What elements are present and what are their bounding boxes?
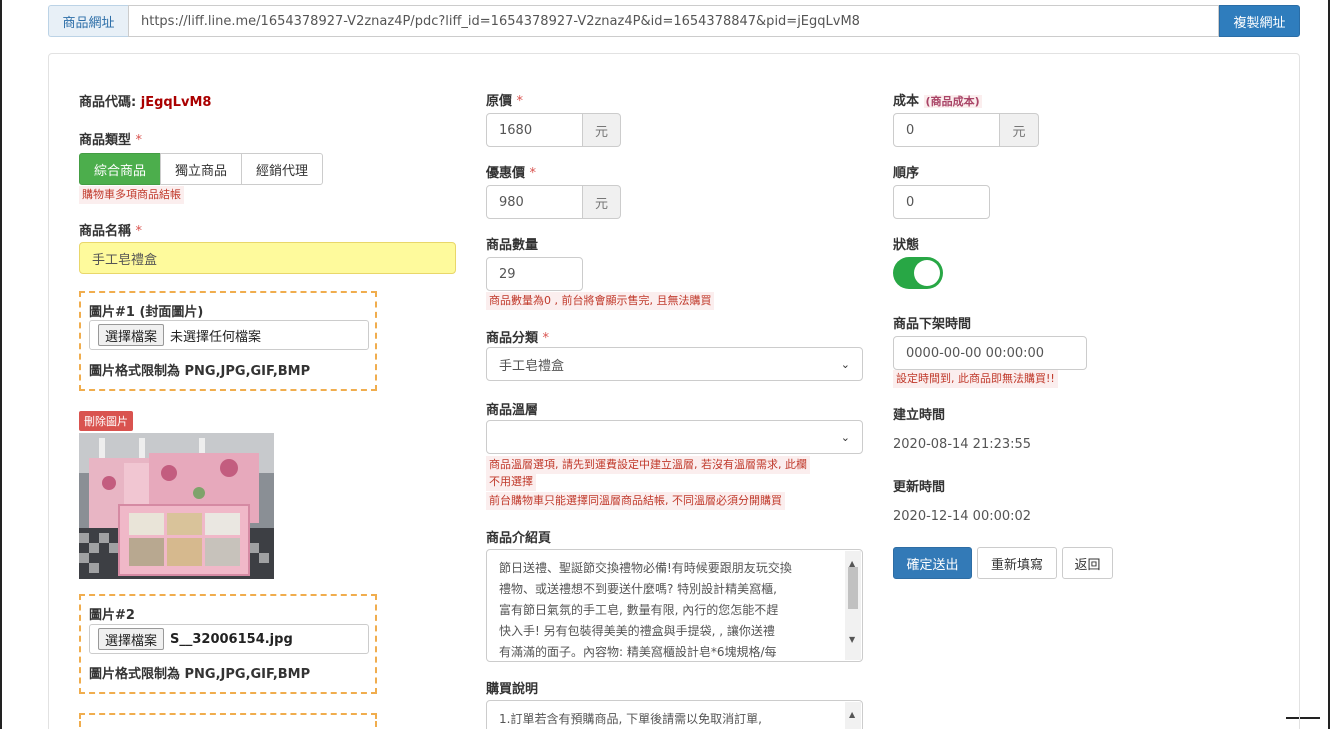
- image1-file-input[interactable]: 選擇檔案 未選擇任何檔案: [89, 320, 369, 350]
- url-field[interactable]: https://liff.line.me/1654378927-V2znaz4P…: [128, 5, 1219, 37]
- intro-line: 快入手! 另有包裝得美美的禮盒與手提袋, , 讓你送禮: [499, 624, 775, 638]
- image1-file-name: 未選擇任何檔案: [170, 329, 262, 345]
- delete-image-button[interactable]: 刪除圖片: [79, 411, 133, 431]
- temperature-help-2: 前台購物車只能選擇同溫層商品結帳, 不同溫層必須分開購買: [486, 492, 785, 510]
- category-label-text: 商品分類: [486, 331, 539, 346]
- window-border-right: [1328, 0, 1330, 729]
- product-photo-thumbnail: [79, 433, 274, 579]
- url-label: 商品網址: [48, 5, 128, 37]
- cost-input[interactable]: 0: [893, 113, 1000, 147]
- image3-upload-box: [79, 713, 377, 729]
- submit-button[interactable]: 確定送出: [893, 547, 972, 579]
- image2-choose-file-button[interactable]: 選擇檔案: [98, 628, 165, 650]
- offshelf-help: 設定時間到, 此商品即無法購買!!: [893, 370, 1058, 388]
- sale-price-input[interactable]: 980: [486, 185, 583, 219]
- type-help: 購物車多項商品結帳: [79, 186, 184, 204]
- image2-file-input[interactable]: 選擇檔案 S__32006154.jpg: [89, 624, 369, 654]
- sale-price-input-group: 980 元: [486, 185, 621, 219]
- reset-button[interactable]: 重新填寫: [977, 547, 1057, 579]
- sale-price-label: 優惠價 *: [486, 162, 536, 181]
- cost-input-group: 0 元: [893, 113, 1039, 147]
- purchase-scrollbar[interactable]: ▲: [845, 702, 861, 729]
- image2-file-name: S__32006154.jpg: [170, 631, 293, 647]
- intro-line: 富有節日氣氛的手工皂, 數量有限, 內行的您怎能不趕: [499, 603, 779, 617]
- updated-value: 2020-12-14 00:00:02: [893, 509, 1032, 524]
- chevron-down-icon: ⌄: [840, 357, 850, 371]
- product-url-bar: 商品網址 https://liff.line.me/1654378927-V2z…: [48, 5, 1300, 37]
- cost-label: 成本 (商品成本): [893, 90, 982, 109]
- cost-label-text: 成本: [893, 94, 920, 109]
- sale-price-unit: 元: [583, 185, 621, 219]
- scroll-up-icon[interactable]: ▲: [849, 704, 855, 725]
- required-mark: *: [135, 133, 143, 148]
- offshelf-input[interactable]: 0000-00-00 00:00:00: [893, 336, 1087, 370]
- offshelf-label: 商品下架時間: [893, 317, 972, 332]
- image1-choose-file-button[interactable]: 選擇檔案: [98, 324, 165, 346]
- created-label: 建立時間: [893, 408, 946, 423]
- product-type-label: 商品類型 *: [79, 129, 142, 148]
- price-input[interactable]: 1680: [486, 113, 583, 147]
- status-toggle[interactable]: [893, 257, 943, 289]
- status-toggle-knob: [914, 260, 940, 286]
- image2-format-note: 圖片格式限制為 PNG,JPG,GIF,BMP: [89, 667, 311, 682]
- purchase-line: 1.訂單若含有預購商品, 下單後請需以免取消訂單,: [499, 712, 762, 726]
- chevron-down-icon: ⌄: [840, 430, 850, 444]
- image2-label: 圖片#2: [89, 608, 135, 623]
- product-code-value: jEgqLvM8: [140, 95, 212, 110]
- scroll-thumb[interactable]: [848, 567, 858, 609]
- intro-line: 有滿滿的面子。內容物: 精美窩櫃設計皂*6塊規格/每: [499, 645, 777, 659]
- copy-url-button[interactable]: 複製網址: [1219, 5, 1300, 37]
- price-input-group: 1680 元: [486, 113, 621, 147]
- required-mark: *: [529, 166, 537, 181]
- price-label: 原價 *: [486, 90, 523, 109]
- intro-textarea[interactable]: 節日送禮、聖誕節交換禮物必備!有時候要跟朋友玩交換 禮物、或送禮想不到要送什麼嗎…: [486, 549, 863, 662]
- product-type-label-text: 商品類型: [79, 133, 132, 148]
- temperature-label: 商品溫層: [486, 403, 539, 418]
- category-label: 商品分類 *: [486, 327, 549, 346]
- scroll-down-icon[interactable]: ▼: [849, 629, 855, 650]
- status-label: 狀態: [893, 238, 920, 253]
- type-option-distributor[interactable]: 經銷代理: [241, 153, 324, 185]
- category-selected-value: 手工皂禮盒: [499, 358, 565, 374]
- price-unit: 元: [583, 113, 621, 147]
- required-mark: *: [542, 331, 550, 346]
- order-label: 順序: [893, 166, 920, 181]
- cost-unit: 元: [1000, 113, 1039, 147]
- product-code-label: 商品代碼:: [79, 95, 137, 110]
- quantity-label: 商品數量: [486, 238, 539, 253]
- quantity-input[interactable]: 29: [486, 257, 583, 291]
- updated-label: 更新時間: [893, 480, 946, 495]
- window-border-left: [0, 0, 2, 729]
- temperature-select[interactable]: ⌄: [486, 420, 863, 454]
- type-option-combined[interactable]: 綜合商品: [79, 153, 162, 185]
- created-value: 2020-08-14 21:23:55: [893, 437, 1032, 452]
- intro-line: 節日送禮、聖誕節交換禮物必備!有時候要跟朋友玩交換: [499, 561, 792, 575]
- temperature-help-1b: 不用選擇: [486, 473, 536, 491]
- required-mark: *: [135, 224, 143, 239]
- intro-scrollbar[interactable]: ▲ ▼: [845, 551, 861, 660]
- image1-format-note: 圖片格式限制為 PNG,JPG,GIF,BMP: [89, 364, 311, 379]
- purchase-textarea[interactable]: 1.訂單若含有預購商品, 下單後請需以免取消訂單, ▲: [486, 700, 863, 729]
- product-name-label-text: 商品名稱: [79, 224, 132, 239]
- sale-price-label-text: 優惠價: [486, 166, 526, 181]
- image1-label: 圖片#1 (封面圖片): [89, 305, 204, 320]
- price-label-text: 原價: [486, 94, 513, 109]
- purchase-label: 購買說明: [486, 682, 539, 697]
- intro-label: 商品介紹頁: [486, 531, 552, 546]
- product-code: 商品代碼: jEgqLvM8: [79, 91, 211, 110]
- product-type-toggle: 綜合商品 獨立商品 經銷代理: [79, 153, 324, 185]
- product-name-input[interactable]: 手工皂禮盒: [79, 242, 456, 274]
- category-select[interactable]: 手工皂禮盒 ⌄: [486, 347, 863, 381]
- order-input[interactable]: 0: [893, 185, 990, 219]
- required-mark: *: [516, 94, 524, 109]
- type-option-standalone[interactable]: 獨立商品: [160, 153, 243, 185]
- intro-line: 禮物、或送禮想不到要送什麼嗎? 特別設計精美窩櫃,: [499, 582, 778, 596]
- temperature-help-1: 商品溫層選項, 請先到運費設定中建立溫層, 若沒有溫層需求, 此欄: [486, 456, 810, 474]
- cost-hint: (商品成本): [923, 95, 982, 108]
- quantity-help: 商品數量為0 , 前台將會顯示售完, 且無法購買: [486, 292, 715, 310]
- product-name-label: 商品名稱 *: [79, 220, 142, 239]
- back-button[interactable]: 返回: [1062, 547, 1113, 579]
